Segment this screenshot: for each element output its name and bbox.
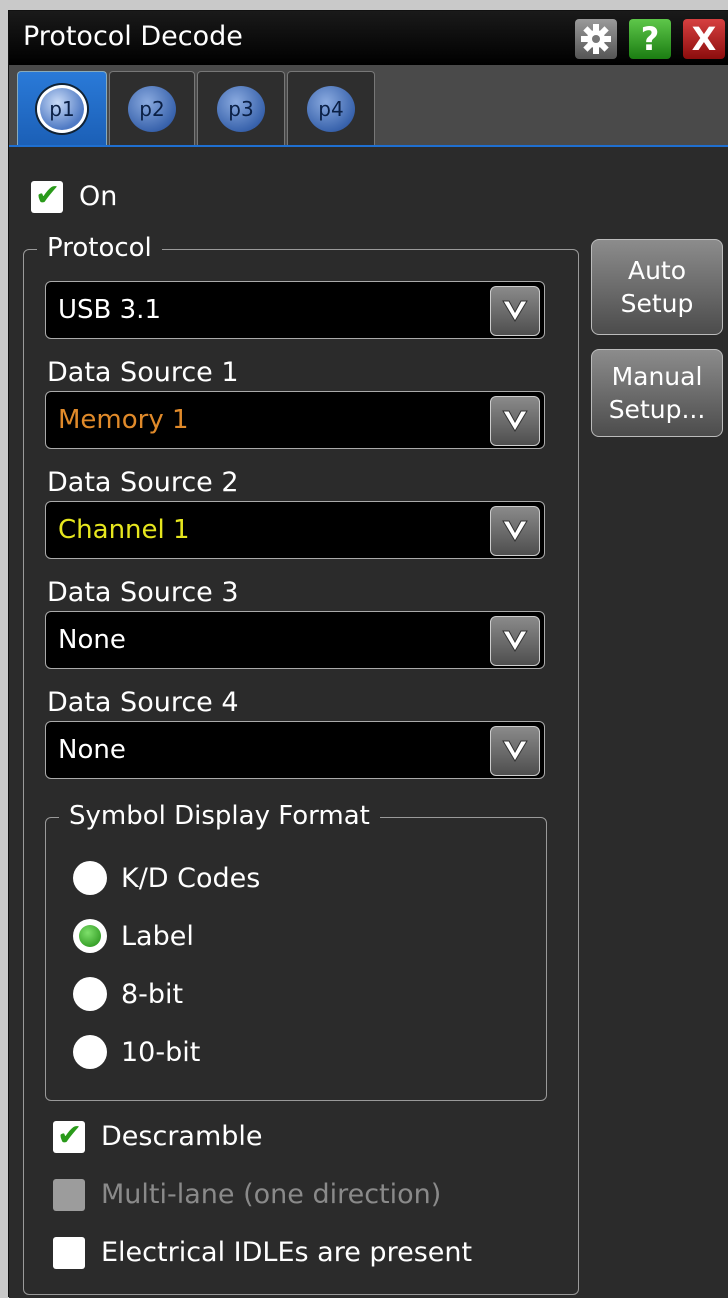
on-label: On [79,181,118,212]
data-source-1-value: Memory 1 [58,405,189,435]
data-source-3-dropdown[interactable]: None [45,611,545,669]
data-source-3-label: Data Source 3 [47,577,239,608]
chevron-down-icon[interactable] [490,396,540,446]
data-source-4-dropdown[interactable]: None [45,721,545,779]
radio-kd-codes[interactable] [73,861,107,895]
checkmark-icon: ✔ [57,1118,83,1153]
manual-setup-button[interactable]: Manual Setup... [591,349,723,437]
data-source-2-dropdown[interactable]: Channel 1 [45,501,545,559]
radio-kd-codes-label: K/D Codes [121,863,261,894]
tab-label: p1 [37,85,87,133]
radio-label-label: Label [121,921,194,952]
manual-setup-line-1: Manual [611,362,703,391]
descramble-label: Descramble [101,1121,263,1152]
auto-setup-button[interactable]: Auto Setup [591,239,723,335]
data-source-2-value: Channel 1 [58,515,190,545]
chevron-down-icon[interactable] [490,726,540,776]
protocol-value: USB 3.1 [58,295,161,325]
close-glyph: X [691,20,717,58]
decode-tabs: p1 p2 p3 p4 [9,65,728,146]
tab-label: p2 [128,86,176,132]
checkmark-icon: ✔ [35,178,61,213]
radio-10-bit[interactable] [73,1035,107,1069]
title-bar: Protocol Decode ? X [9,11,728,65]
chevron-down-icon[interactable] [490,506,540,556]
tab-label: p3 [217,86,265,132]
electrical-idles-checkbox[interactable] [53,1237,85,1269]
auto-setup-line-2: Setup [620,289,694,318]
help-glyph: ? [640,20,660,58]
data-source-4-label: Data Source 4 [47,687,239,718]
multi-lane-label: Multi-lane (one direction) [101,1179,442,1210]
auto-setup-line-1: Auto [627,256,687,285]
radio-8-bit[interactable] [73,977,107,1011]
electrical-idles-label: Electrical IDLEs are present [101,1237,473,1268]
protocol-decode-window: Protocol Decode ? X p1 p2 p3 p4 ✔ On Pro… [8,10,728,1298]
help-icon[interactable]: ? [629,19,671,59]
radio-10-bit-label: 10-bit [121,1037,201,1068]
data-source-1-dropdown[interactable]: Memory 1 [45,391,545,449]
symbol-format-legend: Symbol Display Format [59,801,380,831]
data-source-2-label: Data Source 2 [47,467,239,498]
descramble-checkbox[interactable]: ✔ [53,1118,85,1153]
protocol-dropdown[interactable]: USB 3.1 [45,281,545,339]
radio-label[interactable] [73,919,107,953]
on-checkbox[interactable]: ✔ [31,178,63,213]
data-source-3-value: None [58,625,126,655]
multi-lane-checkbox [53,1179,85,1211]
gear-icon[interactable] [575,19,617,59]
radio-8-bit-label: 8-bit [121,979,184,1010]
close-icon[interactable]: X [683,19,725,59]
data-source-1-label: Data Source 1 [47,357,239,388]
tab-p2[interactable]: p2 [109,71,195,146]
tab-p1[interactable]: p1 [17,71,107,146]
radio-selected-dot [79,925,101,947]
tab-p3[interactable]: p3 [197,71,285,146]
protocol-legend: Protocol [37,233,162,263]
chevron-down-icon[interactable] [490,286,540,336]
tab-p4[interactable]: p4 [287,71,375,146]
data-source-4-value: None [58,735,126,765]
window-title: Protocol Decode [23,21,243,52]
manual-setup-line-2: Setup... [608,395,706,424]
chevron-down-icon[interactable] [490,616,540,666]
decode-panel: ✔ On Protocol USB 3.1 Data Source 1 Memo… [9,145,728,1298]
tab-label: p4 [307,86,355,132]
